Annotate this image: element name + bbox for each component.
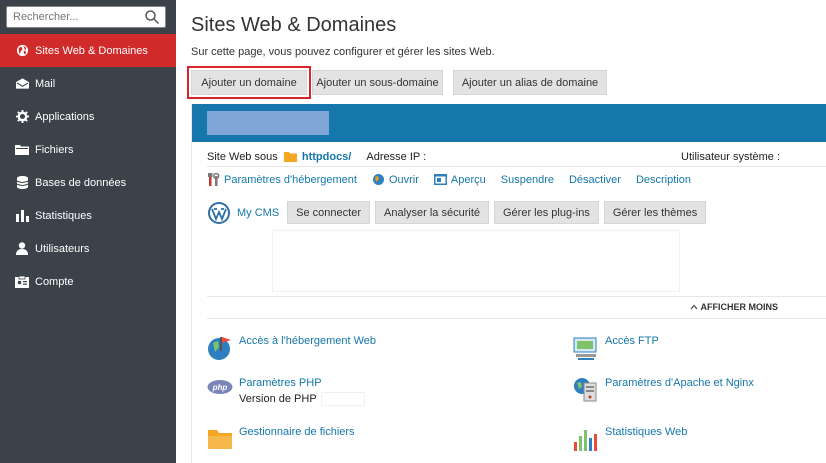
- domain-name-redacted[interactable]: [207, 111, 329, 135]
- sidebar-item-account[interactable]: Compte: [0, 265, 176, 298]
- wordpress-icon: [208, 201, 230, 224]
- sidebar-item-label: Statistiques: [35, 209, 92, 222]
- ftp-icon: [573, 337, 597, 360]
- sidebar-item-websites-domains[interactable]: Sites Web & Domaines: [0, 34, 176, 67]
- file-manager-tool: Gestionnaire de fichiers: [207, 426, 355, 452]
- docroot-link[interactable]: httpdocs/: [302, 151, 352, 163]
- page-title: Sites Web & Domaines: [191, 14, 397, 36]
- sidebar-item-databases[interactable]: Bases de données: [0, 166, 176, 199]
- php-version-label: Version de PHP: [239, 393, 317, 405]
- web-hosting-access-tool: Accès à l'hébergement Web: [207, 335, 376, 361]
- search-icon[interactable]: [144, 9, 160, 25]
- envelope-icon: [15, 77, 29, 91]
- globe-icon: [15, 44, 29, 58]
- sidebar-item-mail[interactable]: Mail: [0, 67, 176, 100]
- folder-icon: [283, 152, 297, 162]
- apache-nginx-icon: [574, 378, 597, 402]
- show-less-label: AFFICHER MOINS: [700, 302, 779, 312]
- cms-login-button[interactable]: Se connecter: [287, 201, 370, 224]
- search-input[interactable]: [7, 7, 135, 27]
- apache-nginx-tool: Paramètres d'Apache et Nginx: [573, 377, 754, 403]
- folder-icon: [15, 143, 29, 157]
- sidebar-item-label: Fichiers: [35, 143, 74, 156]
- cms-name-link[interactable]: My CMS: [237, 207, 279, 219]
- domain-actions: Paramètres d'hébergement Ouvrir Aperçu S…: [207, 173, 691, 186]
- php-icon: php: [207, 380, 233, 394]
- domain-panel: Site Web sous httpdocs/ Adresse IP : Uti…: [191, 104, 826, 463]
- preview-link[interactable]: Aperçu: [433, 173, 486, 186]
- web-statistics-tool: Statistiques Web: [573, 426, 687, 452]
- php-settings-tool: php Paramètres PHP Version de PHP: [207, 377, 365, 406]
- sidebar-item-applications[interactable]: Applications: [0, 100, 176, 133]
- sidebar-item-label: Bases de données: [35, 176, 127, 189]
- manage-themes-button[interactable]: Gérer les thèmes: [603, 201, 707, 224]
- show-less-toggle[interactable]: AFFICHER MOINS: [690, 302, 779, 312]
- suspend-link[interactable]: Suspendre: [501, 173, 554, 186]
- file-manager-icon: [208, 430, 232, 449]
- action-label: Paramètres d'hébergement: [224, 173, 357, 186]
- search-box[interactable]: [6, 6, 166, 28]
- action-label: Ouvrir: [388, 173, 419, 186]
- sidebar-item-label: Applications: [35, 110, 95, 123]
- tools-icon: [208, 173, 220, 186]
- add-domain-button[interactable]: Ajouter un domaine: [187, 66, 311, 99]
- page-description: Sur cette page, vous pouvez configurer e…: [191, 46, 495, 58]
- database-icon: [15, 176, 29, 190]
- sidebar-item-statistics[interactable]: Statistiques: [0, 199, 176, 232]
- sidebar-item-label: Sites Web & Domaines: [35, 44, 148, 57]
- domain-info-row: Site Web sous httpdocs/ Adresse IP : Uti…: [207, 151, 817, 163]
- php-settings-link[interactable]: Paramètres PHP: [239, 377, 365, 389]
- description-link[interactable]: Description: [636, 173, 691, 186]
- add-subdomain-button[interactable]: Ajouter un sous-domaine: [312, 70, 443, 95]
- main-content: Sites Web & Domaines Sur cette page, vou…: [176, 0, 826, 463]
- svg-text:php: php: [212, 383, 228, 392]
- web-statistics-icon: [574, 430, 597, 451]
- gear-icon: [15, 110, 29, 124]
- action-label: Aperçu: [450, 173, 486, 186]
- account-card-icon: [15, 275, 29, 289]
- web-statistics-link[interactable]: Statistiques Web: [605, 426, 687, 438]
- sidebar-nav: Sites Web & Domaines Mail Applications F…: [0, 34, 176, 298]
- web-hosting-access-link[interactable]: Accès à l'hébergement Web: [239, 335, 376, 347]
- manage-plugins-button[interactable]: Gérer les plug-ins: [494, 201, 599, 224]
- php-version-value-redacted: [320, 392, 365, 406]
- sidebar-item-files[interactable]: Fichiers: [0, 133, 176, 166]
- deactivate-link[interactable]: Désactiver: [569, 173, 621, 186]
- preview-icon: [433, 174, 447, 185]
- ip-address-label: Adresse IP :: [366, 151, 427, 163]
- scan-security-button[interactable]: Analyser la sécurité: [375, 201, 489, 224]
- system-user-label: Utilisateur système :: [681, 151, 781, 163]
- chevron-up-icon: [690, 304, 697, 310]
- user-icon: [15, 242, 29, 256]
- sidebar-item-label: Mail: [35, 77, 56, 90]
- divider: [207, 166, 826, 167]
- ftp-access-link[interactable]: Accès FTP: [605, 335, 659, 347]
- sidebar-item-label: Compte: [35, 275, 74, 288]
- file-manager-link[interactable]: Gestionnaire de fichiers: [239, 426, 355, 438]
- sidebar-item-label: Utilisateurs: [35, 242, 90, 255]
- website-under-label: Site Web sous: [207, 151, 278, 163]
- php-version-row: Version de PHP: [239, 392, 365, 406]
- apache-nginx-settings-link[interactable]: Paramètres d'Apache et Nginx: [605, 377, 754, 389]
- open-globe-icon: [372, 174, 384, 185]
- sidebar: Sites Web & Domaines Mail Applications F…: [0, 0, 176, 463]
- domain-header: [192, 104, 826, 142]
- open-link[interactable]: Ouvrir: [372, 173, 419, 186]
- site-thumbnail: [272, 230, 680, 292]
- ftp-access-tool: Accès FTP: [573, 335, 659, 361]
- hosting-settings-link[interactable]: Paramètres d'hébergement: [207, 173, 357, 186]
- web-hosting-icon: [208, 337, 231, 360]
- divider: [207, 296, 826, 297]
- add-domain-alias-button[interactable]: Ajouter un alias de domaine: [453, 70, 607, 95]
- cms-row: My CMS Se connecter Analyser la sécurité…: [207, 200, 711, 225]
- bar-chart-icon: [15, 209, 29, 223]
- divider: [207, 318, 826, 319]
- sidebar-item-users[interactable]: Utilisateurs: [0, 232, 176, 265]
